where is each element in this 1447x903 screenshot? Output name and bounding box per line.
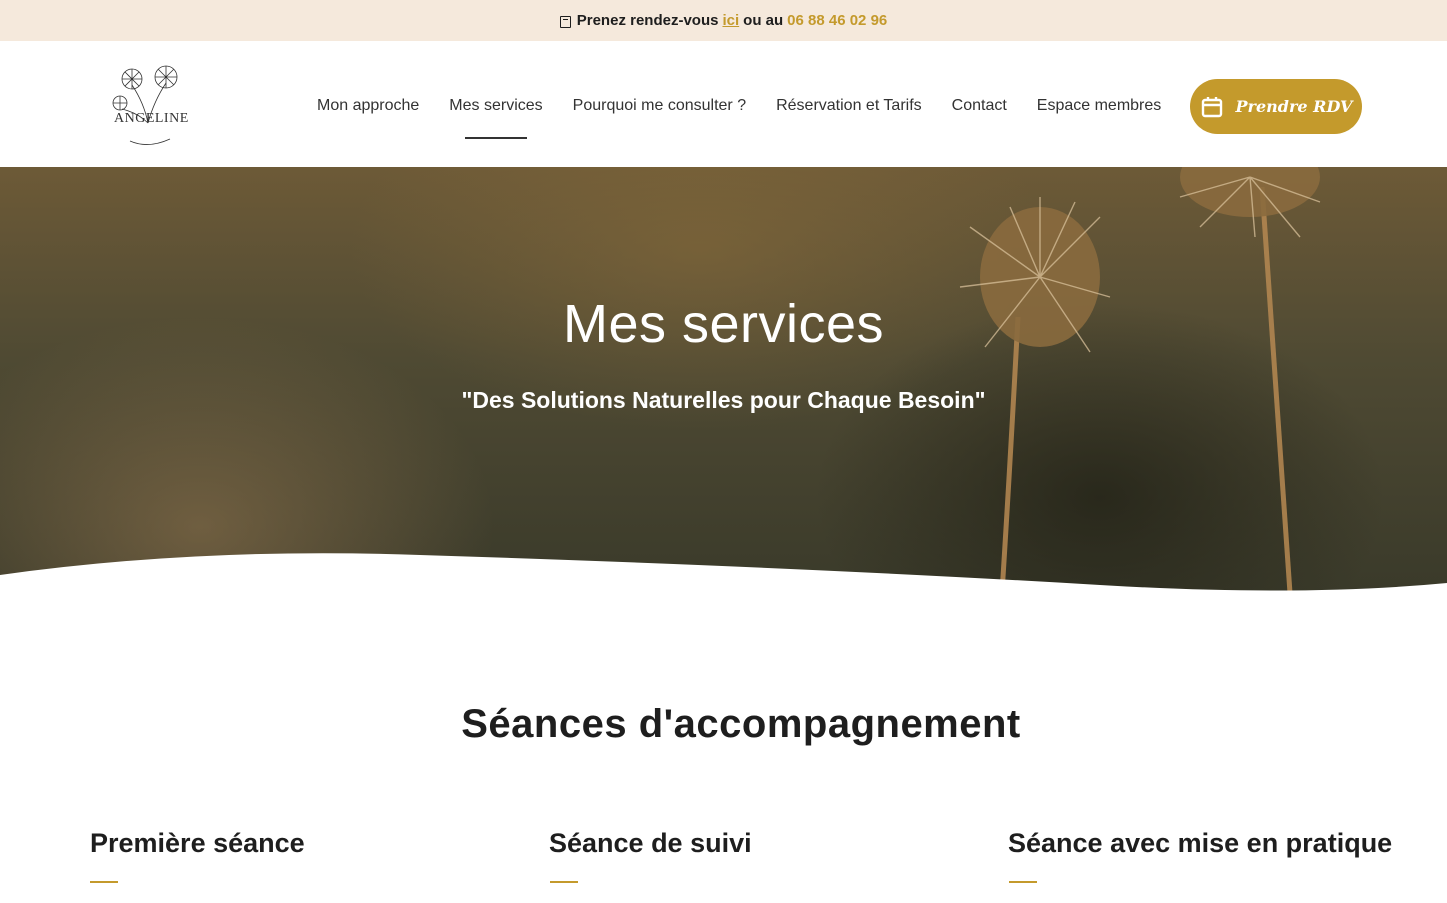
nav-item-mes-services[interactable]: Mes services xyxy=(434,93,557,119)
nav-item-pourquoi-me-consulter[interactable]: Pourquoi me consulter ? xyxy=(558,93,761,119)
nav-item-contact[interactable]: Contact xyxy=(937,93,1022,119)
wave-divider xyxy=(0,553,1447,593)
book-appointment-label: Prendre RDV xyxy=(1235,97,1353,116)
calendar-icon xyxy=(1201,96,1222,117)
section-title: Séances d'accompagnement xyxy=(461,702,1021,746)
hero-banner: Mes services "Des Solutions Naturelles p… xyxy=(0,167,1447,593)
booking-link[interactable]: ici xyxy=(722,12,739,29)
nav-item-espace-membres[interactable]: Espace membres xyxy=(1022,93,1177,119)
nav-item-mon-approche[interactable]: Mon approche xyxy=(302,93,434,119)
card-title-seance-mise-en-pratique: Séance avec mise en pratique xyxy=(1008,828,1393,858)
card-title-premiere-seance: Première séance xyxy=(90,828,305,858)
announcement-bar: Prenez rendez-vous ici ou au 06 88 46 02… xyxy=(0,0,1447,41)
book-appointment-button[interactable]: Prendre RDV xyxy=(1190,79,1362,134)
nav-item-reservation-et-tarifs[interactable]: Réservation et Tarifs xyxy=(761,93,937,119)
site-header: ANGELINE Mon approche Mes services Pourq… xyxy=(0,41,1447,167)
flower-logo-icon xyxy=(112,65,178,145)
logo[interactable]: ANGELINE xyxy=(108,63,188,149)
phone-link[interactable]: 06 88 46 02 96 xyxy=(787,12,887,29)
card-divider xyxy=(1009,881,1037,883)
calendar-icon xyxy=(559,15,571,28)
card-divider xyxy=(550,881,578,883)
announcement-text: Prenez rendez-vous xyxy=(576,12,719,29)
logo-name: ANGELINE xyxy=(114,111,189,126)
card-divider xyxy=(90,881,118,883)
announcement-text-middle: ou au xyxy=(743,12,784,29)
main-nav: Mon approche Mes services Pourquoi me co… xyxy=(302,93,1176,119)
card-title-seance-de-suivi: Séance de suivi xyxy=(549,828,752,858)
